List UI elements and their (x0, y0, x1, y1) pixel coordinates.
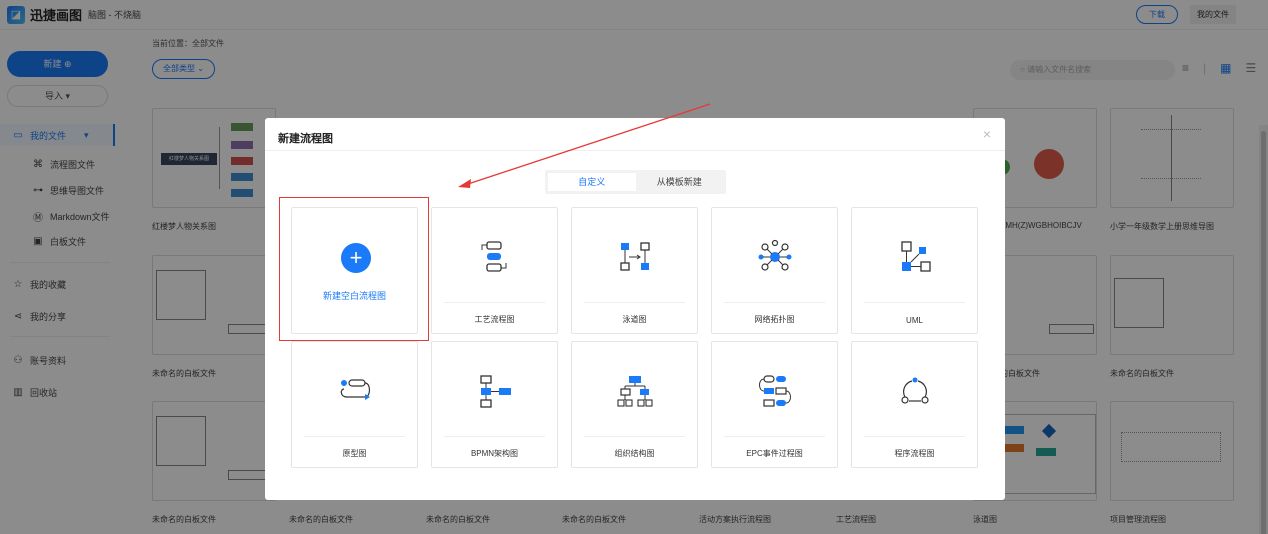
annotation-arrow (458, 103, 711, 188)
